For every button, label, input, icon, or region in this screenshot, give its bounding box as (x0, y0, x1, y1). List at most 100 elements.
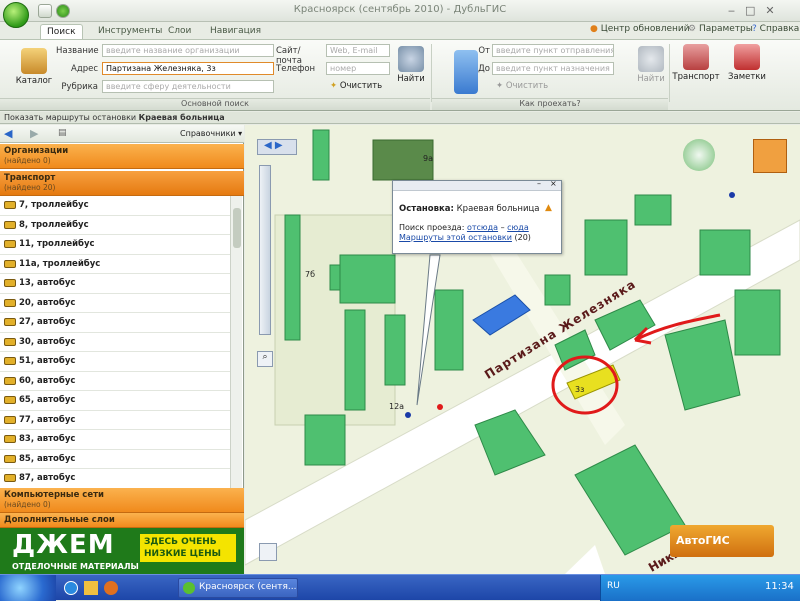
bus-stop-marker (437, 404, 443, 410)
bus-icon (4, 279, 16, 287)
map-history-buttons[interactable]: ◀ ▶ (257, 139, 297, 155)
zoom-icon[interactable]: ⌕ (257, 351, 273, 367)
from-here-link[interactable]: отсюда (467, 223, 498, 232)
ad-banner[interactable]: ДЖЕМ ЗДЕСЬ ОЧЕНЬ НИЗКИЕ ЦЕНЫ ОТДЕЛОЧНЫЕ … (0, 528, 244, 574)
building (339, 254, 396, 304)
route-item[interactable]: 30, автобус (0, 333, 230, 352)
stop-routes-link[interactable]: Маршруты этой остановки (399, 233, 512, 242)
tab-layers[interactable]: Слои (162, 24, 197, 40)
building (344, 309, 366, 411)
updates-link[interactable]: ● Центр обновлений (590, 24, 690, 34)
bus-icon (4, 376, 16, 385)
info-bar: Показать маршруты остановки Краевая боль… (0, 112, 800, 124)
route-item[interactable]: 20, автобус (0, 294, 230, 313)
route-swap-icon[interactable] (454, 50, 478, 94)
zoom-slider[interactable] (259, 165, 271, 335)
clock: 11:34 (765, 581, 794, 592)
category-transport[interactable]: Транспорт (найдено 20) (0, 171, 244, 196)
route-item[interactable]: 13, автобус (0, 274, 230, 294)
catalog-button[interactable]: Каталог (14, 48, 54, 86)
route-item[interactable]: 11а, троллейбус (0, 255, 230, 274)
app-logo-icon[interactable] (3, 2, 29, 28)
start-button[interactable] (0, 575, 56, 601)
route-item[interactable]: 27, автобус (0, 313, 230, 333)
rubric-field[interactable]: введите сферу деятельности (102, 80, 274, 93)
name-field[interactable]: введите название организации (102, 44, 274, 57)
radar-icon[interactable] (683, 139, 715, 171)
separator (669, 44, 670, 102)
minimize-icon[interactable]: – (537, 179, 541, 188)
category-computer-networks[interactable]: Компьютерные сети (найдено 0) (0, 488, 244, 513)
bus-icon (4, 240, 16, 248)
to-here-link[interactable]: сюда (507, 223, 529, 232)
to-field[interactable]: введите пункт назначения (492, 62, 614, 75)
ad-subtitle: ОТДЕЛОЧНЫЕ МАТЕРИАЛЫ (12, 562, 139, 571)
bus-icon (683, 44, 709, 70)
autogis-banner[interactable]: АвтоГИС (670, 525, 774, 557)
route-item[interactable]: 83, автобус (0, 430, 230, 450)
find-button[interactable]: Найти (394, 46, 428, 84)
params-link[interactable]: ⚙ Параметры (688, 24, 753, 34)
route-item[interactable]: 8, троллейбус (0, 216, 230, 235)
building-label: 12а (389, 402, 405, 411)
route-item[interactable]: 87, автобус (0, 469, 230, 488)
clear-route-button[interactable]: ✦ Очистить (496, 81, 548, 91)
notes-icon (734, 44, 760, 70)
tab-tools[interactable]: Инструменты (92, 24, 168, 40)
bus-icon (4, 201, 16, 209)
broom-icon: ✦ (330, 81, 338, 91)
print-icon[interactable]: ▤ (58, 128, 67, 138)
warning-icon: ▲ (545, 203, 552, 213)
window-controls[interactable]: ‒□✕ (728, 4, 798, 18)
ie-icon[interactable] (64, 581, 78, 595)
route-item[interactable]: 11, троллейбус (0, 235, 230, 255)
bus-icon (4, 435, 16, 443)
site-field[interactable]: Web, E-mail (326, 44, 390, 57)
route-item[interactable]: 51, автобус (0, 352, 230, 372)
help-link[interactable]: ? Справка (752, 24, 799, 34)
language-indicator[interactable]: RU (607, 581, 620, 591)
building (384, 314, 406, 386)
from-field[interactable]: введите пункт отправления (492, 44, 614, 57)
route-item[interactable]: 60, автобус (0, 372, 230, 391)
ad-slogan: ЗДЕСЬ ОЧЕНЬ НИЗКИЕ ЦЕНЫ (140, 534, 236, 562)
task-button[interactable]: Красноярск (сентя... (178, 578, 298, 598)
route-item[interactable]: 77, автобус (0, 411, 230, 430)
category-extra-layers[interactable]: Дополнительные слои (0, 513, 244, 528)
building-label: 7б (305, 270, 316, 279)
directories-dropdown[interactable]: Справочники ▾ (180, 129, 242, 138)
updates-icon: ● (590, 24, 598, 34)
building (574, 444, 686, 556)
address-label: Адрес (71, 64, 98, 74)
list-scrollbar[interactable] (230, 196, 242, 488)
route-item[interactable]: 65, автобус (0, 391, 230, 411)
folder-icon[interactable] (84, 581, 98, 595)
binoculars-icon (398, 46, 424, 72)
address-field[interactable]: Партизана Железняка, 3з (102, 62, 274, 75)
forward-icon[interactable]: ▶ (30, 127, 38, 140)
building (699, 229, 751, 276)
fullscreen-icon[interactable] (259, 543, 277, 561)
print-icon[interactable] (38, 4, 52, 18)
tab-search[interactable]: Поиск (40, 24, 83, 40)
layers-icon[interactable] (753, 139, 787, 173)
transport-button[interactable]: Транспорт (672, 44, 720, 82)
route-item[interactable]: 85, автобус (0, 450, 230, 469)
back-icon[interactable]: ◀ (4, 127, 12, 140)
refresh-icon[interactable] (56, 4, 70, 18)
rubric-label: Рубрика (61, 82, 98, 92)
firefox-icon[interactable] (104, 581, 118, 595)
notes-button[interactable]: Заметки (724, 44, 770, 82)
route-caption: Как проехать? (432, 98, 668, 110)
bus-icon (4, 337, 16, 346)
info-stop-name[interactable]: Краевая больница (139, 113, 225, 122)
bus-icon (4, 454, 16, 463)
route-item[interactable]: 7, троллейбус (0, 196, 230, 216)
tab-navigation[interactable]: Навигация (204, 24, 267, 40)
category-organizations[interactable]: Организации (найдено 0) (0, 144, 244, 169)
phone-field[interactable]: номер (326, 62, 390, 75)
close-icon[interactable]: × (550, 179, 557, 188)
find-route-button[interactable]: Найти (634, 46, 668, 84)
from-label: От (478, 46, 490, 56)
clear-search-button[interactable]: ✦ Очистить (330, 81, 382, 91)
